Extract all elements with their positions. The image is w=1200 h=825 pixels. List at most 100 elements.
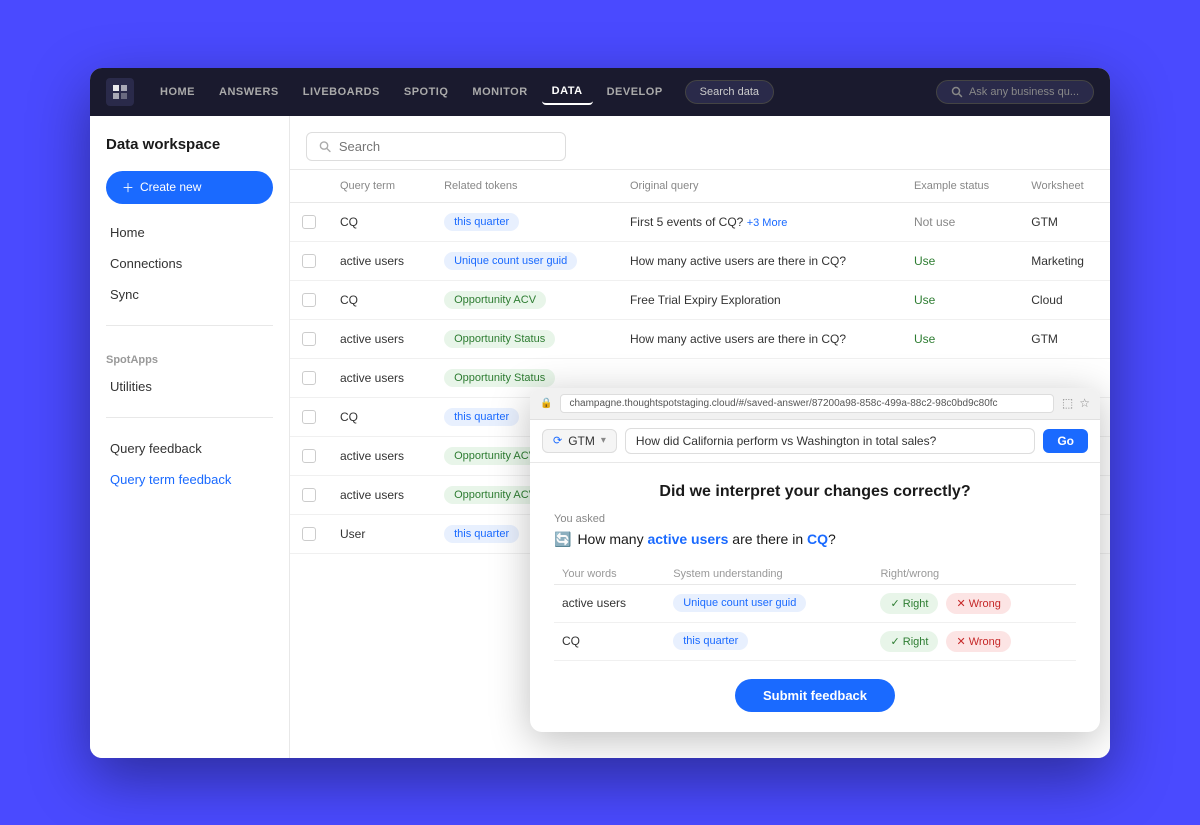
row-checkbox[interactable] (302, 449, 316, 463)
sidebar-item-utilities[interactable]: Utilities (106, 374, 273, 399)
col-system-understanding: System understanding (665, 564, 872, 585)
cell-status: Use (902, 241, 1019, 280)
col-your-words: Your words (554, 564, 665, 585)
query-robot-icon: 🔄 (554, 531, 571, 548)
cell-token: this quarter (432, 202, 618, 241)
cell-status: Not use (902, 202, 1019, 241)
nav-liveboards[interactable]: LIVEBOARDS (293, 80, 390, 104)
wrong-button[interactable]: ✕ Wrong (946, 631, 1010, 652)
feedback-word: CQ (554, 622, 665, 660)
popup-search-row: ⟳ GTM ▾ Go (530, 420, 1100, 463)
search-icon (951, 86, 963, 98)
sidebar-item-connections[interactable]: Connections (106, 251, 273, 276)
row-checkbox[interactable] (302, 527, 316, 541)
search-data-button[interactable]: Search data (685, 80, 774, 104)
cell-query-term: User (328, 514, 432, 553)
feedback-table-body: active users Unique count user guid ✓ Ri… (554, 584, 1076, 660)
row-checkbox[interactable] (302, 371, 316, 385)
cell-worksheet: Cloud (1019, 280, 1110, 319)
ask-business-bar[interactable]: Ask any business qu... (936, 80, 1094, 104)
search-input-wrap (306, 132, 566, 161)
col-example-status: Example status (902, 170, 1019, 203)
col-related-tokens: Related tokens (432, 170, 618, 203)
sidebar-divider2 (106, 417, 273, 418)
cell-query-term: CQ (328, 280, 432, 319)
plus-icon: ＋ (122, 179, 134, 196)
nav-spotiq[interactable]: SPOTIQ (394, 80, 459, 104)
row-checkbox[interactable] (302, 293, 316, 307)
nav-answers[interactable]: ANSWERS (209, 80, 289, 104)
feedback-word: active users (554, 584, 665, 622)
nav-home[interactable]: HOME (150, 80, 205, 104)
more-link[interactable]: +3 More (747, 217, 788, 229)
nav-data[interactable]: DATA (542, 79, 593, 105)
table-row: active users Unique count user guid How … (290, 241, 1110, 280)
col-worksheet: Worksheet (1019, 170, 1110, 203)
sidebar: Data workspace ＋ Create new Home Connect… (90, 116, 290, 758)
go-button[interactable]: Go (1043, 429, 1088, 453)
browser-lock-icon: 🔒 (540, 398, 552, 409)
row-checkbox[interactable] (302, 410, 316, 424)
cell-original-query: How many active users are there in CQ? (618, 241, 902, 280)
search-bar-row (290, 116, 1110, 170)
cell-token: Unique count user guid (432, 241, 618, 280)
feedback-header-row: Your words System understanding Right/wr… (554, 564, 1076, 585)
cell-status: Use (902, 319, 1019, 358)
sidebar-item-home[interactable]: Home (106, 220, 273, 245)
cell-original-query: How many active users are there in CQ? (618, 319, 902, 358)
row-checkbox[interactable] (302, 332, 316, 346)
cell-query-term: CQ (328, 397, 432, 436)
table-header-row: Query term Related tokens Original query… (290, 170, 1110, 203)
cell-token: Opportunity Status (432, 319, 618, 358)
nav-monitor[interactable]: MONITOR (462, 80, 537, 104)
bookmark-icon[interactable]: ⬚ (1062, 396, 1073, 410)
right-button[interactable]: ✓ Right (880, 593, 938, 614)
cell-query-term: active users (328, 358, 432, 397)
row-checkbox[interactable] (302, 254, 316, 268)
submit-feedback-button[interactable]: Submit feedback (735, 679, 895, 712)
feedback-table: Your words System understanding Right/wr… (554, 564, 1076, 661)
cell-query-term: active users (328, 319, 432, 358)
sidebar-item-sync[interactable]: Sync (106, 282, 273, 307)
gtm-icon: ⟳ (553, 434, 562, 447)
gtm-select[interactable]: ⟳ GTM ▾ (542, 429, 617, 453)
row-checkbox[interactable] (302, 488, 316, 502)
wrong-button[interactable]: ✕ Wrong (946, 593, 1010, 614)
cell-query-term: active users (328, 241, 432, 280)
gtm-label: GTM (568, 434, 595, 448)
feedback-row: active users Unique count user guid ✓ Ri… (554, 584, 1076, 622)
search-icon-table (319, 140, 331, 153)
ask-placeholder: Ask any business qu... (969, 86, 1079, 98)
search-input[interactable] (339, 139, 553, 154)
col-query-term: Query term (328, 170, 432, 203)
table-row: active users Opportunity Status How many… (290, 319, 1110, 358)
popup-query-input[interactable] (625, 428, 1035, 454)
browser-icons: ⬚ ☆ (1062, 396, 1090, 410)
cell-worksheet: GTM (1019, 202, 1110, 241)
sidebar-title: Data workspace (106, 136, 273, 153)
col-right-wrong: Right/wrong (872, 564, 1076, 585)
logo (106, 78, 134, 106)
cell-query-term: active users (328, 475, 432, 514)
highlight-cq: CQ (807, 531, 828, 547)
chevron-down-icon: ▾ (601, 435, 606, 446)
sidebar-item-query-term-feedback[interactable]: Query term feedback (106, 467, 273, 492)
cell-original-query: First 5 events of CQ? +3 More (618, 202, 902, 241)
star-icon[interactable]: ☆ (1079, 396, 1090, 410)
create-btn-label: Create new (140, 180, 201, 194)
cell-query-term: CQ (328, 202, 432, 241)
feedback-row: CQ this quarter ✓ Right ✕ Wrong (554, 622, 1076, 660)
create-new-button[interactable]: ＋ Create new (106, 171, 273, 204)
sidebar-item-query-feedback[interactable]: Query feedback (106, 436, 273, 461)
cell-token: Opportunity ACV (432, 280, 618, 319)
table-row: CQ Opportunity ACV Free Trial Expiry Exp… (290, 280, 1110, 319)
sidebar-divider (106, 325, 273, 326)
cell-worksheet: Marketing (1019, 241, 1110, 280)
popup-browser-bar: 🔒 champagne.thoughtspotstaging.cloud/#/s… (530, 388, 1100, 420)
you-asked-label: You asked (554, 513, 1076, 525)
row-checkbox[interactable] (302, 215, 316, 229)
right-button[interactable]: ✓ Right (880, 631, 938, 652)
feedback-rw-cell: ✓ Right ✕ Wrong (872, 584, 1076, 622)
nav-develop[interactable]: DEVELOP (597, 80, 673, 104)
cell-query-term: active users (328, 436, 432, 475)
